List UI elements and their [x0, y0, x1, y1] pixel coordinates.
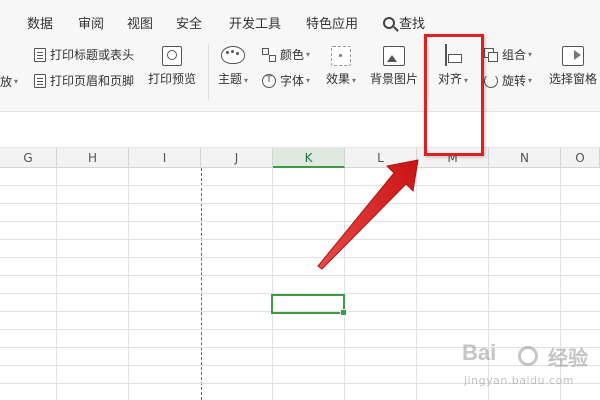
selection-pane-label: 选择窗格 [549, 72, 598, 86]
chevron-down-icon: ▾ [352, 76, 357, 85]
column-header-j[interactable]: J [201, 148, 273, 168]
chevron-down-icon: ▾ [14, 77, 19, 86]
column-header-o[interactable]: O [561, 148, 600, 168]
menu-developer-tools[interactable]: 开发工具 [229, 13, 281, 32]
grid-line [0, 365, 600, 366]
grid-line [0, 275, 600, 276]
effect-label: 效果 [326, 72, 351, 86]
menu-data[interactable]: 数据 [27, 13, 53, 32]
grid-line [0, 185, 600, 186]
menu-special-apps[interactable]: 特色应用 [306, 13, 358, 32]
menu-bar: 数据 审阅 视图 安全 开发工具 特色应用 查找 [0, 0, 600, 40]
theme-button[interactable]: 主题 ▾ [218, 46, 248, 87]
column-header-l[interactable]: L [345, 148, 417, 168]
chevron-down-icon: ▾ [528, 76, 533, 85]
search-icon [383, 17, 395, 29]
print-preview-button[interactable]: 打印预览 [148, 46, 196, 87]
font-button[interactable]: T 字体 ▾ [262, 72, 310, 89]
chevron-down-icon: ▾ [306, 50, 311, 59]
grid-line [0, 383, 600, 384]
print-preview-label: 打印预览 [148, 72, 197, 86]
cell-grid[interactable] [0, 168, 600, 400]
chevron-down-icon: ▾ [306, 76, 311, 85]
column-header-i[interactable]: I [129, 148, 201, 168]
palette-icon [221, 46, 246, 64]
print-header-footer-label: 打印页眉和页脚 [50, 74, 135, 88]
rotate-icon [484, 73, 498, 88]
column-header-k[interactable]: K [273, 148, 345, 168]
print-preview-icon [162, 46, 182, 66]
color-button[interactable]: 颜色 ▾ [262, 46, 310, 63]
selection-pane-button[interactable]: 选择窗格 [549, 46, 597, 87]
group-icon [484, 47, 498, 62]
partial-ribbon-button[interactable]: 放 ▾ [0, 73, 18, 90]
grid-line [0, 239, 600, 240]
color-label: 颜色 [280, 48, 305, 62]
print-header-footer-button[interactable]: 打印页眉和页脚 [34, 72, 134, 89]
effect-icon [331, 46, 352, 66]
print-title-button[interactable]: 打印标题或表头 [34, 46, 134, 63]
column-header-g[interactable]: G [0, 148, 57, 168]
partial-ribbon-label: 放 [0, 75, 13, 89]
column-header-row: G H I J K L M N O [0, 148, 600, 168]
menu-view[interactable]: 视图 [127, 13, 153, 32]
grid-line [0, 329, 600, 330]
grid-line [0, 347, 600, 348]
annotation-highlight-box [424, 34, 484, 156]
menu-security[interactable]: 安全 [176, 13, 202, 32]
ribbon-divider [208, 44, 209, 100]
ribbon-toolbar: 放 ▾ 打印标题或表头 打印页眉和页脚 打印预览 主题 ▾ 颜色 ▾ T 字体 ▾ 效果… [0, 40, 600, 112]
color-scheme-icon [262, 47, 276, 62]
background-image-label: 背景图片 [370, 72, 419, 86]
image-icon [383, 46, 405, 66]
formula-bar-area [0, 112, 600, 148]
grid-line [0, 203, 600, 204]
print-title-icon [34, 47, 46, 62]
font-icon: T [262, 73, 276, 88]
column-header-h[interactable]: H [57, 148, 129, 168]
menu-review[interactable]: 审阅 [78, 13, 104, 32]
grid-line [0, 257, 600, 258]
menu-search[interactable]: 查找 [383, 13, 425, 32]
background-image-button[interactable]: 背景图片 [370, 46, 418, 87]
print-title-label: 打印标题或表头 [50, 48, 135, 62]
rotate-label: 旋转 [502, 74, 527, 88]
header-footer-icon [34, 73, 46, 88]
column-header-n[interactable]: N [489, 148, 561, 168]
group-button[interactable]: 组合 ▾ [484, 46, 532, 63]
font-label: 字体 [280, 74, 305, 88]
rotate-button[interactable]: 旋转 ▾ [484, 72, 532, 89]
group-label: 组合 [502, 48, 527, 62]
effect-button[interactable]: 效果 ▾ [326, 46, 356, 87]
theme-label: 主题 [218, 72, 243, 86]
active-cell[interactable] [271, 294, 347, 316]
chevron-down-icon: ▾ [528, 50, 533, 59]
search-label: 查找 [399, 17, 426, 32]
selection-pane-icon [562, 46, 584, 66]
grid-line [0, 221, 600, 222]
chevron-down-icon: ▾ [244, 76, 249, 85]
